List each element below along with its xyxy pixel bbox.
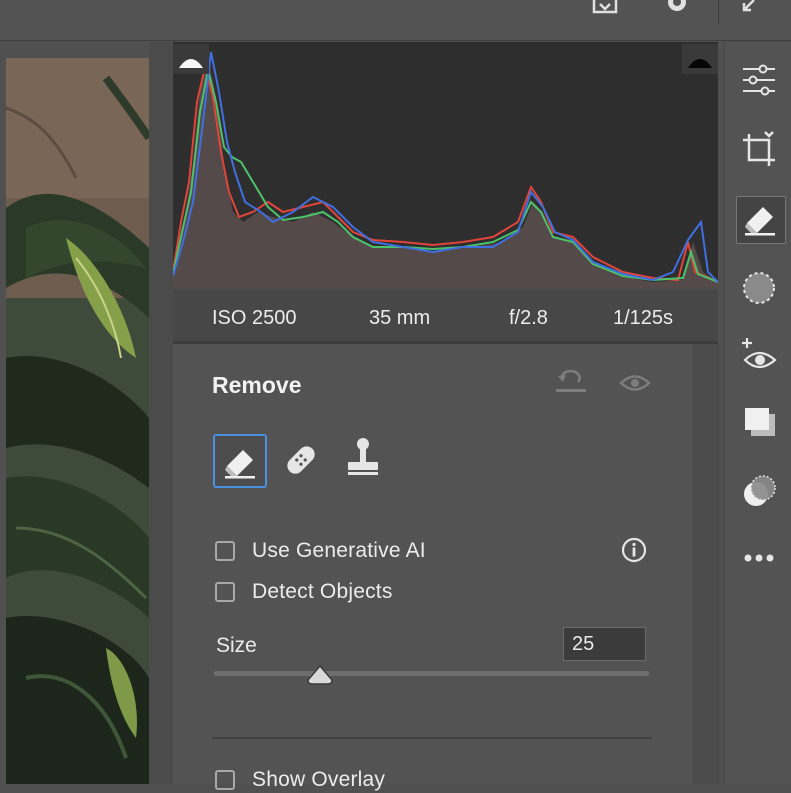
detect-objects-label: Detect Objects [252,580,393,603]
gear-icon[interactable] [664,0,690,16]
histogram [173,42,718,289]
size-label: Size [216,634,257,657]
more-icon[interactable] [739,538,779,578]
info-icon[interactable] [621,537,647,563]
toolbar-divider [718,0,719,24]
edit-sliders-icon[interactable] [739,60,779,100]
detect-objects-option[interactable]: Detect Objects [215,579,393,605]
heal-bandage-tool-button[interactable] [276,434,326,486]
aperture-value: f/2.8 [509,307,548,329]
red-eye-icon[interactable] [739,336,779,376]
panel-scrollbar[interactable] [693,344,719,784]
app-window: ISO 2500 35 mm f/2.8 1/125s Remove Use G… [0,0,791,791]
panel-gutter [149,42,173,784]
reset-icon[interactable] [554,369,588,396]
show-overlay-label: Show Overlay [252,768,386,791]
highlight-clipping-icon[interactable] [682,44,718,74]
right-tool-strip [724,42,791,784]
use-generative-ai-label: Use Generative AI [252,539,426,562]
save-icon[interactable] [592,0,618,16]
size-input[interactable] [563,627,646,661]
top-toolbar [0,0,791,41]
shutter-speed-value: 1/125s [613,307,674,329]
snapshots-icon[interactable] [739,472,779,512]
collapse-icon[interactable] [738,0,764,16]
remove-eraser-icon[interactable] [736,196,786,244]
masking-icon[interactable] [739,268,779,308]
show-overlay-checkbox[interactable] [215,770,235,790]
presets-icon[interactable] [739,402,779,442]
detect-objects-checkbox[interactable] [215,582,235,602]
panel-title: Remove [212,372,302,398]
shadow-clipping-icon[interactable] [173,44,209,74]
use-generative-ai-option[interactable]: Use Generative AI [215,538,426,564]
section-divider [212,737,652,739]
clone-stamp-tool-button[interactable] [338,434,388,486]
focal-length-value: 35 mm [369,307,431,329]
use-generative-ai-checkbox[interactable] [215,541,235,561]
visibility-eye-icon[interactable] [618,370,652,396]
remove-panel: Remove Use Generative AI Detect Objects … [173,344,693,791]
size-slider-thumb[interactable] [306,664,334,686]
eraser-remove-tool-button[interactable] [213,434,267,488]
show-overlay-option[interactable]: Show Overlay [215,767,385,793]
photo-canvas[interactable] [6,58,149,784]
exif-metadata-bar: ISO 2500 35 mm f/2.8 1/125s [173,289,718,344]
crop-icon[interactable] [739,130,779,170]
size-slider-track[interactable] [214,671,649,676]
iso-value: ISO 2500 [212,307,297,329]
